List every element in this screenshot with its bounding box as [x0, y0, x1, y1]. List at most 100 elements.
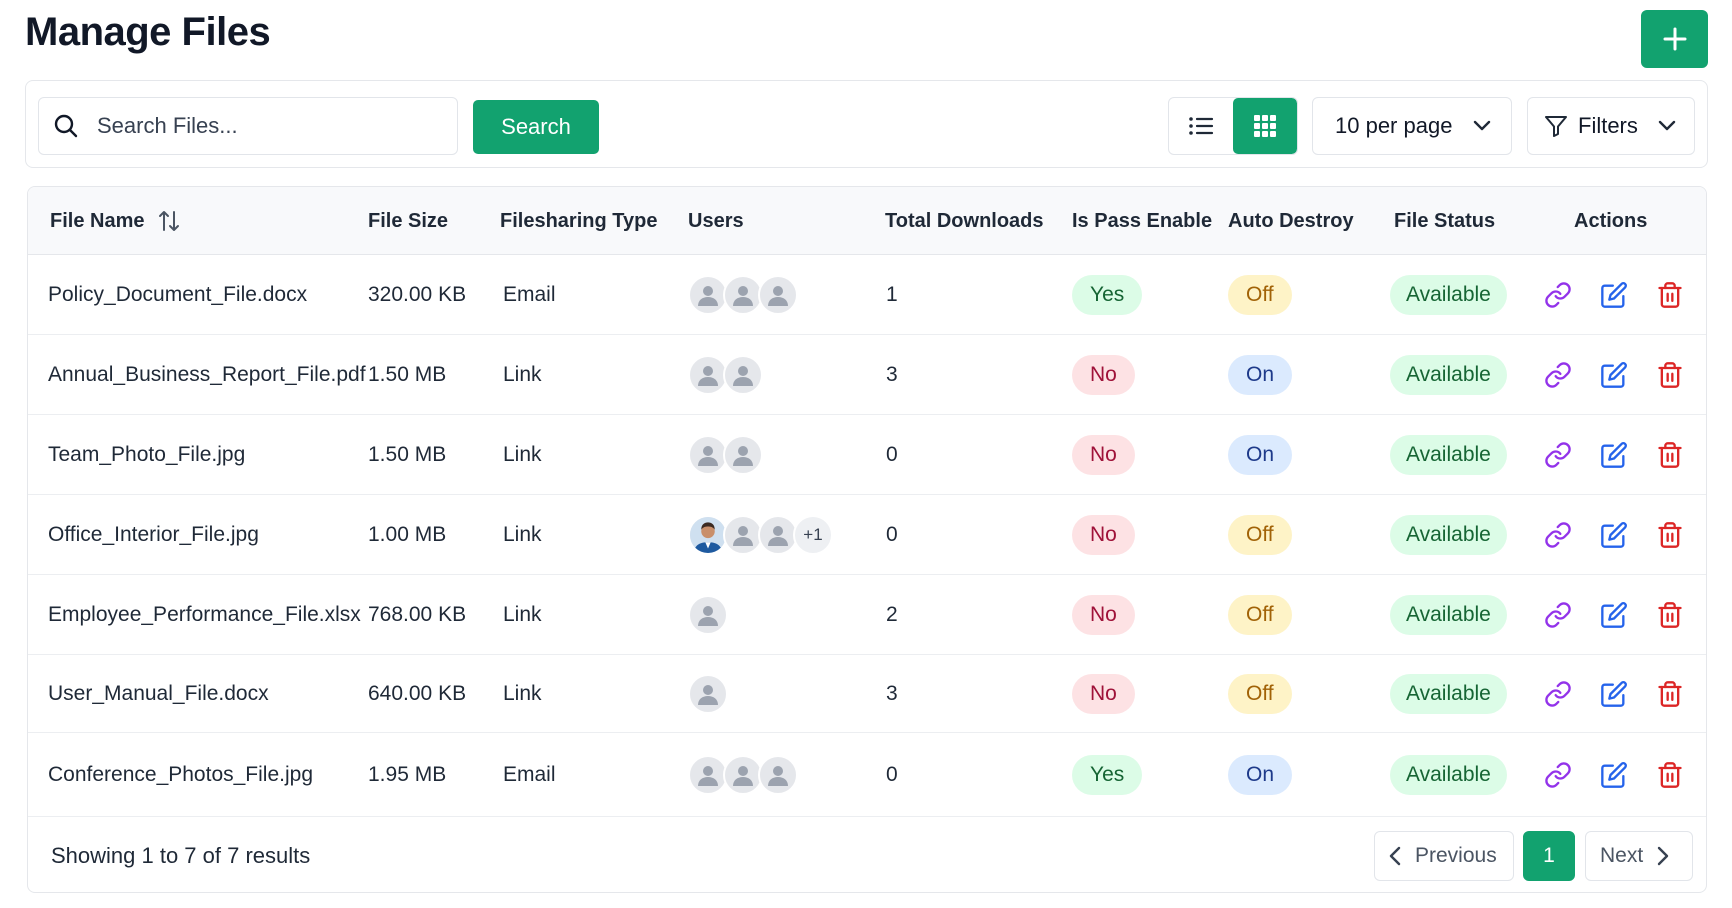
file-name-cell[interactable]: Team_Photo_File.jpg: [48, 415, 245, 494]
header-file-name[interactable]: File Name: [50, 187, 180, 255]
search-button[interactable]: Search: [473, 100, 599, 154]
pass-badge: Yes: [1072, 754, 1143, 795]
status-cell: Available: [1390, 733, 1507, 816]
status-cell: Available: [1390, 655, 1507, 732]
copy-link-button[interactable]: [1544, 521, 1572, 549]
header-file-size: File Size: [368, 209, 449, 232]
file-name-cell[interactable]: Office_Interior_File.jpg: [48, 495, 259, 574]
edit-button[interactable]: [1600, 441, 1628, 469]
copy-link-button[interactable]: [1544, 680, 1572, 708]
grid-view-button[interactable]: [1233, 98, 1297, 154]
status-cell: Available: [1390, 255, 1507, 334]
delete-button[interactable]: [1656, 441, 1684, 469]
toolbar: Search 10 per page Filters: [25, 80, 1708, 168]
trash-icon: [1658, 601, 1682, 628]
actions-cell: [1544, 335, 1684, 414]
chevron-right-icon: [1657, 846, 1669, 866]
list-icon: [1189, 117, 1214, 135]
auto-destroy-badge: On: [1228, 754, 1293, 795]
avatar: [688, 514, 728, 555]
file-size-cell: 1.00 MB: [368, 522, 447, 546]
file-name-cell[interactable]: Policy_Document_File.docx: [48, 255, 307, 334]
pagination-footer: Showing 1 to 7 of 7 results Previous 1 N…: [28, 817, 1706, 892]
sharing-type-cell: Link: [503, 362, 542, 386]
sharing-type-cell: Link: [503, 522, 542, 546]
pass-enable-cell: Yes: [1072, 733, 1143, 816]
sort-icon[interactable]: [158, 209, 180, 233]
add-file-button[interactable]: [1641, 10, 1708, 68]
delete-button[interactable]: [1656, 281, 1684, 309]
copy-link-button[interactable]: [1544, 601, 1572, 629]
more-users-badge[interactable]: +1: [793, 514, 833, 555]
search-input[interactable]: [97, 113, 417, 139]
copy-link-button[interactable]: [1544, 281, 1572, 309]
delete-button[interactable]: [1656, 521, 1684, 549]
edit-icon: [1601, 361, 1627, 388]
page-1-button[interactable]: 1: [1523, 831, 1575, 881]
edit-icon: [1601, 281, 1627, 308]
file-name-cell[interactable]: Employee_Performance_File.xlsx: [48, 575, 361, 654]
delete-button[interactable]: [1656, 361, 1684, 389]
file-name-cell[interactable]: User_Manual_File.docx: [48, 655, 269, 732]
avatar-group: [688, 594, 728, 635]
edit-button[interactable]: [1600, 361, 1628, 389]
edit-button[interactable]: [1600, 281, 1628, 309]
edit-button[interactable]: [1600, 601, 1628, 629]
actions-cell: [1544, 495, 1684, 574]
sharing-type-cell: Email: [503, 762, 556, 786]
actions-cell: [1544, 575, 1684, 654]
user-icon: [768, 285, 788, 306]
copy-link-button[interactable]: [1544, 361, 1572, 389]
sharing-type-cell: Link: [503, 681, 542, 705]
sharing-type-cell: Link: [503, 602, 542, 626]
user-icon: [733, 525, 753, 546]
edit-icon: [1601, 521, 1627, 548]
edit-button[interactable]: [1600, 761, 1628, 789]
auto-destroy-cell: Off: [1228, 495, 1292, 574]
downloads-cell: 2: [886, 602, 898, 626]
user-icon: [698, 684, 718, 705]
auto-destroy-badge: Off: [1228, 673, 1292, 714]
file-name-cell[interactable]: Annual_Business_Report_File.pdf: [48, 335, 366, 414]
search-box: [38, 97, 458, 155]
header-file-name-label: File Name: [50, 209, 145, 232]
copy-link-button[interactable]: [1544, 761, 1572, 789]
next-page-button[interactable]: Next: [1585, 831, 1693, 881]
chevron-left-icon: [1389, 846, 1401, 866]
per-page-select[interactable]: 10 per page: [1312, 97, 1512, 155]
sharing-type-cell: Link: [503, 442, 542, 466]
avatar: [688, 354, 728, 395]
grid-icon: [1254, 115, 1276, 137]
avatar: [723, 514, 763, 555]
auto-destroy-cell: Off: [1228, 575, 1292, 654]
avatar: [723, 274, 763, 315]
copy-link-button[interactable]: [1544, 441, 1572, 469]
list-view-button[interactable]: [1169, 98, 1233, 154]
auto-destroy-badge: On: [1228, 354, 1293, 395]
filters-button[interactable]: Filters: [1527, 97, 1695, 155]
delete-button[interactable]: [1656, 680, 1684, 708]
downloads-cell: 0: [886, 442, 898, 466]
file-size-cell: 320.00 KB: [368, 282, 467, 306]
previous-page-button[interactable]: Previous: [1374, 831, 1514, 881]
user-icon: [733, 365, 753, 386]
downloads-cell: 0: [886, 762, 898, 786]
header-pass-enable: Is Pass Enable: [1072, 209, 1213, 232]
trash-icon: [1658, 761, 1682, 788]
status-badge: Available: [1390, 673, 1507, 714]
link-icon: [1545, 521, 1571, 548]
delete-button[interactable]: [1656, 761, 1684, 789]
downloads-cell: 0: [886, 522, 898, 546]
file-name-cell[interactable]: Conference_Photos_File.jpg: [48, 733, 313, 816]
pass-badge: No: [1072, 434, 1135, 475]
chevron-down-icon: [1473, 120, 1491, 131]
edit-button[interactable]: [1600, 521, 1628, 549]
status-badge: Available: [1390, 274, 1507, 315]
users-cell: [688, 415, 763, 494]
delete-button[interactable]: [1656, 601, 1684, 629]
pass-enable-cell: Yes: [1072, 255, 1143, 334]
edit-button[interactable]: [1600, 680, 1628, 708]
files-table: File Name File Size Filesharing Type Use…: [27, 186, 1707, 893]
avatar-group: [688, 354, 763, 395]
users-cell: [688, 575, 728, 654]
